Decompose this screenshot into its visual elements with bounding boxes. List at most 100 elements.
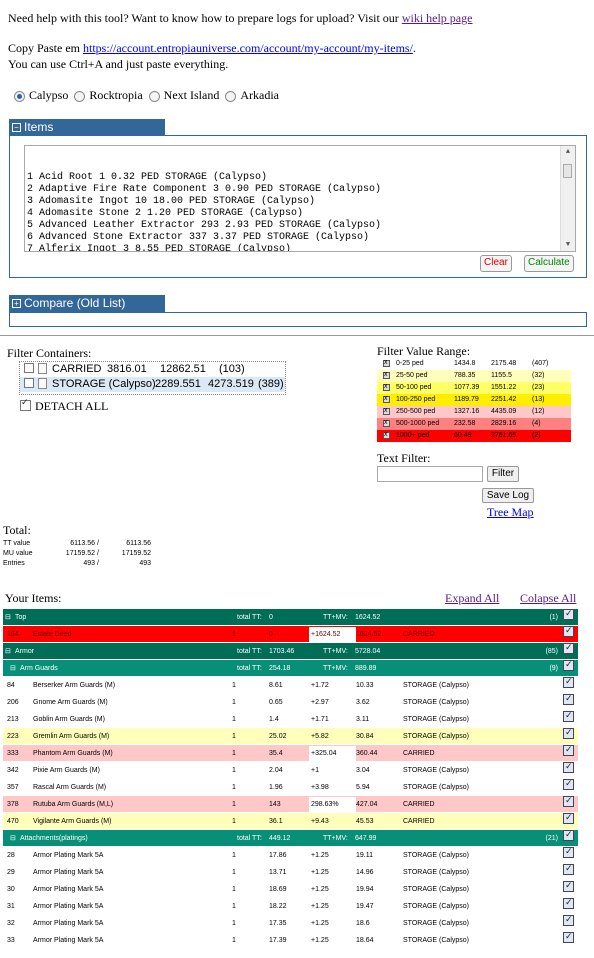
collapse-icon[interactable]: ⊟ [10,660,16,677]
item-row[interactable]: 29 Armor Plating Mark 5A 1 13.71 +1.25 14.96 S… [3,861,578,881]
radio-arkadia[interactable] [225,91,237,102]
collapse-icon[interactable]: − [12,123,21,132]
item-row[interactable]: 32 Armor Plating Mark 5A 1 17.35 +1.25 18.6 ST… [3,912,578,932]
row-checkbox[interactable] [563,623,574,640]
value-range-checkbox[interactable] [383,381,390,393]
subgroup-row[interactable]: ⊟ Attachments(platings) total TT: 449.12 TT+… [3,827,578,847]
textarea-scrollbar[interactable]: ▲ ▼ [560,146,575,251]
item-row[interactable]: 342 Pixie Arm Guards (M) 1 2.04 +1 3.04 STORAG… [3,759,578,779]
row-checkbox[interactable] [563,674,574,691]
item-row[interactable]: 84 Berserker Arm Guards (M) 1 8.61 +1.72 10.3… [3,674,578,694]
container-row-carried[interactable]: CARRIED 3816.01 12862.51 (103) [20,362,285,377]
row-checkbox[interactable] [563,844,574,861]
row-checkbox[interactable] [563,759,574,776]
value-range-checkbox[interactable] [383,369,390,381]
value-range-row[interactable]: 500-1000 ped 232.58 2829.16 (4) [377,417,571,430]
row-checkbox[interactable] [563,861,574,878]
row-checkbox[interactable] [563,742,574,759]
item-row[interactable]: 33 Armor Plating Mark 5A 1 17.39 +1.25 18.64 S… [3,929,578,949]
container-checkbox[interactable] [24,363,34,373]
row-checkbox[interactable] [563,606,574,623]
row-checkbox[interactable] [563,878,574,895]
row-checkbox[interactable] [563,912,574,929]
row-checkbox[interactable] [563,708,574,725]
row-checkbox[interactable] [563,929,574,946]
radio-next-island[interactable] [148,91,160,102]
collapse-icon[interactable]: ⊟ [5,643,11,660]
totals-value: 17159.52 [121,550,151,557]
group-mv: 5728.04 [355,648,381,655]
expand-icon[interactable]: + [12,299,21,308]
item-row[interactable]: 213 Goblin Arm Guards (M) 1 1.4 +1.71 3.11 STO… [3,708,578,728]
row-checkbox[interactable] [563,640,574,657]
row-checkbox[interactable] [563,810,574,827]
filter-button[interactable]: Filter [487,466,519,482]
value-range-row[interactable]: 100-250 ped 1189.79 2251.42 (13) [377,393,571,406]
value-range-row[interactable]: 0-25 ped 1434.8 2175.48 (407) [377,357,571,370]
radio-label-rocktropia[interactable]: Rocktropia [89,88,142,103]
subgroup-row[interactable]: ⊟ Arm Guards total TT: 254.18 TT+MV: 889.89 (9… [3,657,578,677]
row-checkbox[interactable] [563,895,574,912]
items-panel-header[interactable]: − Items [9,119,165,136]
item-row[interactable]: 378 Rutuba Arm Guards (M,L) 1 143 298.63% 427… [3,793,578,813]
item-row[interactable]: 28 Armor Plating Mark 5A 1 17.86 +1.25 19.11 S… [3,844,578,864]
expand-all-link[interactable]: Expand All [445,591,499,606]
item-total: 45.53 [356,818,374,825]
value-range-checkbox[interactable] [383,357,390,369]
container-checkbox[interactable] [24,378,34,388]
row-checkbox[interactable] [563,827,574,844]
item-row[interactable]: 206 Gnome Arm Guards (M) 1 0.65 +2.97 3.62 STO… [3,691,578,711]
item-row[interactable]: 357 Rascal Arm Guards (M) 1 1.96 +3.98 5.94 ST… [3,776,578,796]
detach-all-checkbox[interactable] [20,398,31,411]
item-row[interactable]: 31 Armor Plating Mark 5A 1 18.22 +1.25 19.47 S… [3,895,578,915]
value-range-row[interactable]: 250-500 ped 1327.16 4435.09 (12) [377,405,571,418]
item-total: 3.11 [356,716,370,723]
detach-all[interactable]: DETACH ALL [20,398,108,414]
row-checkbox[interactable] [563,725,574,742]
radio-calypso[interactable] [14,91,25,102]
calculate-button[interactable]: Calculate [524,255,574,272]
item-id: 342 [7,767,19,774]
item-row[interactable]: 164 Estate Deed 1 0 +1624.52 1624.52 CARRIED [3,623,578,643]
container-row-storage[interactable]: STORAGE (Calypso) 2289.551 4273.519 (389) [20,377,285,392]
item-row[interactable]: 333 Phantom Arm Guards (M) 1 35.4 +325.04 360… [3,742,578,762]
item-row[interactable]: 30 Armor Plating Mark 5A 1 18.69 +1.25 19.94 S… [3,878,578,898]
value-range-row[interactable]: 25-50 ped 788.35 1155.5 (32) [377,369,571,382]
clear-button[interactable]: Clear [480,255,512,272]
value-range-checkbox[interactable] [383,417,390,429]
my-items-link[interactable]: https://account.entropiauniverse.com/acc… [83,41,413,55]
radio-label-arkadia[interactable]: Arkadia [240,88,279,103]
group-row[interactable]: ⊟ Armor total TT: 1703.46 TT+MV: 5728.04 (85) [3,640,578,660]
row-checkbox[interactable] [563,657,574,674]
value-range-checkbox[interactable] [383,429,390,441]
group-row[interactable]: ⊟ Top total TT: 0 TT+MV: 1624.52 (1) [3,606,578,626]
save-log-button[interactable]: Save Log [482,488,534,503]
wiki-help-link[interactable]: wiki help page [402,11,473,25]
value-range-row[interactable]: 50-100 ped 1077.39 1551.22 (23) [377,381,571,394]
text-filter-input[interactable] [377,466,483,482]
value-range-checkbox[interactable] [383,405,390,417]
item-tt: 13.71 [269,869,287,876]
tree-map-link[interactable]: Tree Map [487,505,534,520]
row-checkbox[interactable] [563,691,574,708]
row-checkbox[interactable] [563,793,574,810]
value-range-checkbox[interactable] [383,393,390,405]
collapse-icon[interactable]: ⊟ [10,830,16,847]
collapse-icon[interactable]: ⊟ [5,609,11,626]
collapse-all-link[interactable]: Colapse All [520,591,576,606]
item-qty: 1 [232,920,236,927]
item-markup: +1.25 [311,886,329,893]
radio-label-calypso[interactable]: Calypso [29,88,68,103]
scroll-up-icon[interactable]: ▲ [561,146,575,158]
scroll-thumb[interactable] [563,164,572,178]
compare-panel-header[interactable]: + Compare (Old List) [9,295,165,312]
scroll-down-icon[interactable]: ▼ [561,239,575,251]
value-range-row[interactable]: 1000+ ped 60.49 2761.65 (2) [377,429,571,442]
item-row[interactable]: 223 Gremlin Arm Guards (M) 1 25.02 +5.82 30.8… [3,725,578,745]
row-checkbox[interactable] [563,776,574,793]
items-textarea[interactable]: 1 Acid Root 1 0.32 PED STORAGE (Calypso)… [24,145,576,252]
radio-label-next-island[interactable]: Next Island [164,88,220,103]
totals-table: TT value 6113.56/6113.56 MU value 17159.52/… [3,539,163,569]
item-row[interactable]: 470 Vigilante Arm Guards (M) 1 36.1 +9.43 45.… [3,810,578,830]
radio-rocktropia[interactable] [74,91,86,102]
